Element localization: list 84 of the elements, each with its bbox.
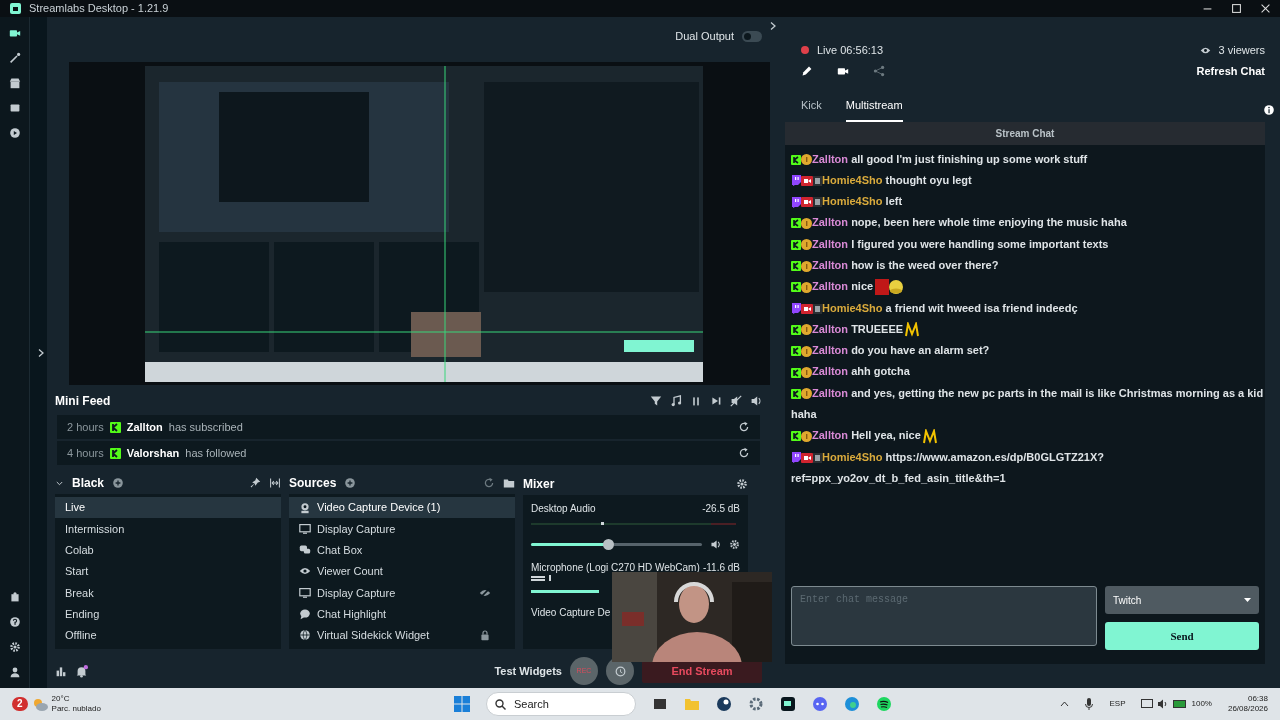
language-indicator[interactable]: ESP — [1109, 698, 1126, 710]
source-label: Chat Box — [317, 542, 363, 558]
platform-select[interactable]: Twitch — [1105, 586, 1259, 614]
chat-username: Zallton — [812, 344, 849, 357]
event-time: 2 hours — [67, 419, 104, 435]
refresh-chat-link[interactable]: Refresh Chat — [1196, 62, 1265, 79]
chat-username: Zallton — [812, 365, 849, 378]
event-action: has subscribed — [168, 419, 243, 435]
chat-username: Zallton — [812, 429, 849, 442]
source-item[interactable]: Virtual Sidekick Widget — [289, 624, 515, 646]
event-action: has followed — [185, 445, 247, 461]
scene-item[interactable]: Intermission — [55, 518, 281, 540]
scene-item[interactable]: Offline — [55, 624, 281, 646]
source-item[interactable]: Display Capture — [289, 518, 515, 540]
chat-message: a friend wit hweed isa friend indeedç — [885, 301, 1078, 314]
search-field[interactable]: Search — [486, 692, 636, 716]
source-item[interactable]: Video Capture Device (1) — [289, 496, 515, 519]
source-item[interactable]: Display Capture — [289, 582, 515, 604]
chat-username: Zallton — [812, 216, 849, 229]
weather-label: Parc. nublado — [51, 704, 101, 714]
channel-name: Video Capture De — [531, 606, 611, 620]
chat-message: https://www.amazon.es/dp/B0GLGTZ21X? — [885, 450, 1104, 463]
event-user: Zallton — [126, 419, 163, 435]
chat-username: Zallton — [812, 259, 849, 271]
clock-date: 26/08/2026 — [1227, 704, 1268, 714]
chat-message: and yes, getting the new pc parts in the mail is like Christmas morning as a kid — [851, 386, 1264, 399]
chat-message: I figured you were handling some important texts — [851, 237, 1109, 250]
chat-message: ahh gotcha — [851, 365, 910, 378]
dual-output-label: Dual Output — [675, 28, 734, 44]
chat-message: how is the weed over there? — [851, 259, 999, 271]
channel-reading: -26.5 dB — [702, 502, 740, 516]
panel-title: Mixer — [523, 476, 555, 493]
chat-username: Homie4Sho — [822, 301, 883, 314]
chat-message: left — [885, 195, 903, 208]
chat-username: Homie4Sho — [822, 450, 883, 463]
test-widgets-label: Test Widgets — [494, 663, 562, 679]
clock-time: 06:38 — [1247, 694, 1268, 704]
source-label: Viewer Count — [317, 564, 383, 580]
chat-message: do you have an alarm set? — [851, 344, 990, 357]
chat-username: Zallton — [812, 386, 849, 399]
scene-item[interactable]: Colab — [55, 539, 281, 561]
chat-message: all good I'm just finishing up some work stuff — [851, 152, 1088, 165]
channel-name: Microphone (Logi C270 HD WebCam) — [531, 561, 700, 575]
chat-message: nope, been here whole time enjoying the music haha — [851, 216, 1127, 229]
live-timer: Live 06:56:13 — [817, 43, 884, 58]
chat-username: Homie4Sho — [822, 173, 883, 186]
chat-message: TRUEEEE — [851, 322, 904, 335]
chat-username: Zallton — [812, 322, 849, 335]
scene-item[interactable]: Live — [55, 496, 281, 519]
source-item[interactable]: Chat Box — [289, 539, 515, 561]
channel-name: Desktop Audio — [531, 502, 596, 516]
battery-percent: 100% — [1191, 698, 1212, 710]
panel-title: Black — [72, 475, 105, 493]
chat-message: ref=ppx_yo2ov_dt_b_fed_asin_title&th=1 — [791, 470, 1007, 486]
chat-tab[interactable]: Kick — [801, 97, 822, 122]
panel-title: Mini Feed — [55, 393, 111, 410]
chat-message: thought oyu legt — [885, 173, 972, 186]
chat-username: Zallton — [812, 152, 849, 165]
viewer-count: 3 viewers — [1218, 43, 1265, 58]
source-item[interactable]: Viewer Count — [289, 560, 515, 583]
chat-message: haha — [791, 407, 818, 423]
send-button[interactable]: Send — [1105, 622, 1259, 650]
chat-header: Stream Chat — [785, 121, 1265, 145]
chat-message: Hell yea, nice — [851, 429, 921, 442]
temperature: 20°C — [51, 694, 71, 704]
event-time: 4 hours — [67, 445, 104, 461]
chat-username: Zallton — [812, 280, 849, 293]
source-label: Video Capture Device (1) — [317, 500, 441, 516]
chat-message: nice — [851, 280, 874, 293]
source-label: Chat Highlight — [317, 606, 387, 622]
source-item[interactable]: Chat Highlight — [289, 603, 515, 625]
chat-username: Homie4Sho — [822, 195, 883, 208]
scene-item[interactable]: Ending — [55, 603, 281, 625]
notification-badge: 2 — [12, 697, 28, 711]
panel-title: Sources — [289, 475, 337, 493]
event-user: Valorshan — [126, 445, 180, 461]
scene-item[interactable]: Start — [55, 560, 281, 583]
window-title: Streamlabs Desktop - 1.21.9 — [29, 1, 169, 17]
chat-username: Zallton — [812, 237, 849, 250]
channel-reading: -11.6 dB — [702, 561, 740, 575]
scene-item[interactable]: Break — [55, 582, 281, 604]
source-label: Display Capture — [317, 585, 396, 601]
source-label: Virtual Sidekick Widget — [317, 628, 430, 644]
source-label: Display Capture — [317, 521, 396, 537]
